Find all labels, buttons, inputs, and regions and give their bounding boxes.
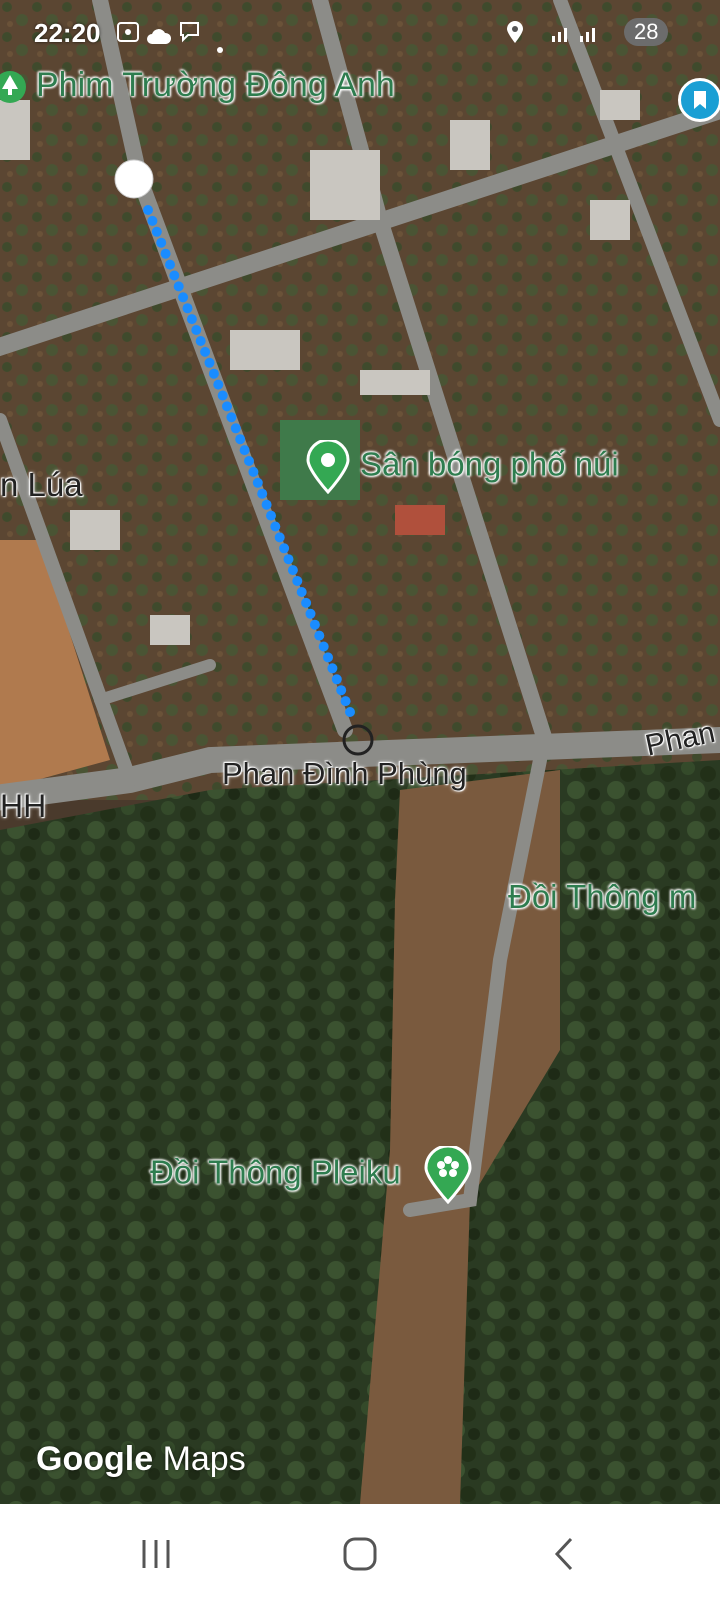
route-dot xyxy=(147,215,158,226)
google-maps-logo: Google Maps xyxy=(36,1440,246,1479)
route-dot xyxy=(252,477,263,488)
route-dot xyxy=(217,390,228,401)
route-dot xyxy=(270,521,281,532)
place-name-top: Phim Trường Đông Anh xyxy=(36,66,395,104)
place-label-left-2: HH xyxy=(0,788,47,824)
route-dot xyxy=(156,237,167,248)
route-dot xyxy=(266,510,276,521)
place-pin-icon xyxy=(306,438,350,495)
route-dot xyxy=(292,576,303,586)
status-bar: 22:20 28 xyxy=(0,0,720,66)
route-dot xyxy=(186,314,197,325)
satellite-map[interactable]: Phim Trường Đông Anh Sân bóng phố núi n … xyxy=(0,0,720,1504)
route-dot xyxy=(143,205,153,215)
tree-icon xyxy=(0,71,26,104)
place-label-left: n Lúa xyxy=(0,466,83,503)
recent-apps-icon xyxy=(142,1540,170,1568)
route-dot xyxy=(331,674,342,685)
route-dot xyxy=(239,445,250,456)
route-dot xyxy=(195,336,206,346)
route-dot xyxy=(261,499,272,510)
status-time: 22:20 xyxy=(34,18,101,48)
route-dot xyxy=(340,696,351,707)
home-icon xyxy=(343,1537,377,1571)
route-dot xyxy=(279,543,290,554)
signal-icon xyxy=(548,20,608,51)
back-icon xyxy=(554,1537,573,1571)
flower-icon xyxy=(424,1144,472,1205)
route-dot xyxy=(173,281,184,292)
route-dot xyxy=(226,412,237,423)
place-name-stadium: Sân bóng phố núi xyxy=(360,445,619,483)
route-dot xyxy=(182,303,193,314)
route-dot xyxy=(318,641,329,652)
route-dot xyxy=(169,270,180,281)
route-dot xyxy=(222,401,232,412)
route-dot xyxy=(336,685,347,696)
logo-google: Google xyxy=(36,1440,154,1478)
route-dot xyxy=(204,357,215,368)
route-dot xyxy=(257,488,268,499)
messenger-icon xyxy=(178,20,204,51)
route-dot xyxy=(287,565,298,576)
place-name-pine-hill: Đồi Thông Pleiku xyxy=(150,1153,401,1191)
battery-indicator: 28 xyxy=(624,18,669,46)
route-dot xyxy=(323,652,333,663)
route-dot xyxy=(314,630,325,641)
back-button[interactable] xyxy=(534,1526,594,1582)
place-label-stadium[interactable]: Sân bóng phố núi xyxy=(306,438,619,495)
gallery-icon xyxy=(116,20,140,51)
place-label-pine-hill[interactable]: Đồi Thông Pleiku xyxy=(150,1144,472,1205)
route-dot xyxy=(327,663,338,674)
route-dot xyxy=(208,368,219,379)
route-dot xyxy=(191,325,202,335)
route-dot xyxy=(274,532,285,543)
place-label-hill-partial[interactable]: Đồi Thông m xyxy=(508,878,696,916)
route-dot xyxy=(200,346,211,357)
route-dot xyxy=(345,707,355,717)
notification-dot-icon xyxy=(216,30,224,61)
place-label-top[interactable]: Phim Trường Đông Anh xyxy=(0,66,395,105)
route-dot xyxy=(235,434,246,445)
location-icon xyxy=(506,20,524,51)
route-dot xyxy=(151,226,162,237)
home-button[interactable] xyxy=(330,1526,390,1582)
route-dot xyxy=(248,466,259,477)
road-label-main: Phan Đình Phùng xyxy=(222,756,467,791)
route-dot xyxy=(178,292,189,303)
bookmark-button[interactable] xyxy=(678,78,720,122)
route-start-marker xyxy=(114,159,154,199)
navigation-bar xyxy=(0,1504,720,1600)
map-imagery xyxy=(0,0,720,1504)
route-dot xyxy=(296,587,307,597)
route-dot xyxy=(165,259,175,270)
route-dot xyxy=(213,379,224,390)
route-dot xyxy=(305,608,316,619)
route-dot xyxy=(309,619,320,630)
logo-maps: Maps xyxy=(162,1440,246,1478)
route-dot xyxy=(230,423,241,434)
route-dot xyxy=(283,554,294,565)
recent-apps-button[interactable] xyxy=(126,1526,186,1582)
route-dot xyxy=(244,456,254,466)
cloud-icon xyxy=(146,22,172,53)
bookmark-icon xyxy=(694,91,706,109)
route-dot xyxy=(160,248,171,259)
route-dot xyxy=(301,597,312,608)
